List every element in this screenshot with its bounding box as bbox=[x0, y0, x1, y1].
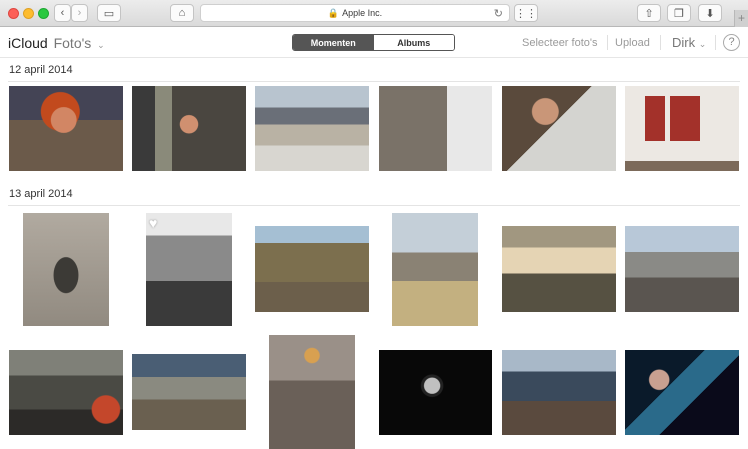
section-divider bbox=[8, 81, 740, 82]
chevron-left-icon: ‹ bbox=[60, 7, 65, 19]
new-tab-button[interactable]: + bbox=[734, 10, 748, 27]
share-button[interactable]: ⇧ bbox=[637, 4, 661, 22]
photo-thumbnail[interactable] bbox=[132, 86, 246, 171]
chevron-down-icon: ⌄ bbox=[698, 39, 707, 49]
tabs-button[interactable]: ❐ bbox=[667, 4, 691, 22]
lock-icon: 🔒 bbox=[327, 7, 340, 18]
photo-thumbnail[interactable] bbox=[502, 226, 616, 312]
section-date: 13 april 2014 bbox=[9, 188, 73, 200]
tabs-icon: ❐ bbox=[674, 7, 684, 20]
photo-thumbnail[interactable] bbox=[23, 213, 109, 326]
tab-moments[interactable]: Momenten bbox=[293, 35, 374, 50]
photo-thumbnail[interactable] bbox=[625, 226, 739, 312]
app-title[interactable]: iCloud Foto's ⌄ bbox=[8, 35, 105, 51]
photo-thumbnail[interactable] bbox=[255, 226, 369, 312]
brand-name: iCloud bbox=[8, 35, 48, 51]
favorite-heart-icon[interactable]: ♥ bbox=[149, 215, 157, 231]
help-button[interactable]: ? bbox=[723, 34, 740, 51]
forward-button[interactable]: › bbox=[71, 4, 88, 22]
header-divider bbox=[715, 35, 716, 50]
chevron-right-icon: › bbox=[77, 7, 82, 19]
photo-thumbnail[interactable] bbox=[392, 213, 478, 326]
user-menu[interactable]: Dirk ⌄ bbox=[672, 35, 706, 50]
chevron-down-icon: ⌄ bbox=[97, 40, 105, 50]
downloads-button[interactable]: ⬇ bbox=[698, 4, 722, 22]
user-name: Dirk bbox=[672, 35, 696, 50]
photo-thumbnail[interactable] bbox=[379, 86, 492, 171]
header-divider bbox=[660, 35, 661, 50]
header-divider bbox=[607, 35, 608, 50]
browser-toolbar: ‹ › ▭ ⌂ 🔒 Apple Inc. ↻ ⋮⋮ ⇧ ❐ ⬇ + bbox=[0, 0, 748, 27]
top-sites-button[interactable]: ⋮⋮ bbox=[514, 4, 538, 22]
back-button[interactable]: ‹ bbox=[54, 4, 71, 22]
home-button[interactable]: ⌂ bbox=[170, 4, 194, 22]
tab-albums[interactable]: Albums bbox=[373, 35, 454, 50]
view-segmented-control: Momenten Albums bbox=[292, 34, 455, 51]
photo-thumbnail[interactable]: ♥ bbox=[146, 213, 232, 326]
sidebar-icon: ▭ bbox=[103, 7, 115, 20]
address-text: Apple Inc. bbox=[342, 8, 383, 18]
app-name: Foto's bbox=[53, 35, 92, 51]
photo-thumbnail[interactable] bbox=[9, 86, 123, 171]
plus-icon: + bbox=[737, 11, 745, 25]
photo-thumbnail[interactable] bbox=[379, 350, 492, 435]
share-icon: ⇧ bbox=[644, 7, 654, 20]
download-icon: ⬇ bbox=[705, 7, 715, 20]
close-window-button[interactable] bbox=[8, 8, 19, 19]
photo-thumbnail[interactable] bbox=[502, 86, 616, 171]
photo-thumbnail[interactable] bbox=[269, 335, 355, 449]
photo-thumbnail[interactable] bbox=[255, 86, 369, 171]
app-header: iCloud Foto's ⌄ Momenten Albums Selectee… bbox=[0, 27, 748, 58]
photo-thumbnail[interactable] bbox=[9, 350, 123, 435]
photo-thumbnail[interactable] bbox=[502, 350, 616, 435]
photo-thumbnail[interactable] bbox=[132, 354, 246, 430]
select-photos-button[interactable]: Selecteer foto's bbox=[522, 37, 597, 49]
home-icon: ⌂ bbox=[178, 7, 186, 19]
zoom-window-button[interactable] bbox=[38, 8, 49, 19]
grid-icon: ⋮⋮ bbox=[515, 7, 537, 20]
reload-icon[interactable]: ↻ bbox=[494, 7, 503, 20]
sidebar-button[interactable]: ▭ bbox=[97, 4, 121, 22]
address-bar[interactable]: 🔒 Apple Inc. ↻ bbox=[200, 4, 510, 22]
minimize-window-button[interactable] bbox=[23, 8, 34, 19]
photo-thumbnail[interactable] bbox=[625, 86, 739, 171]
section-divider bbox=[8, 205, 740, 206]
photo-thumbnail[interactable] bbox=[625, 350, 739, 435]
upload-button[interactable]: Upload bbox=[615, 37, 650, 49]
section-date: 12 april 2014 bbox=[9, 64, 73, 76]
